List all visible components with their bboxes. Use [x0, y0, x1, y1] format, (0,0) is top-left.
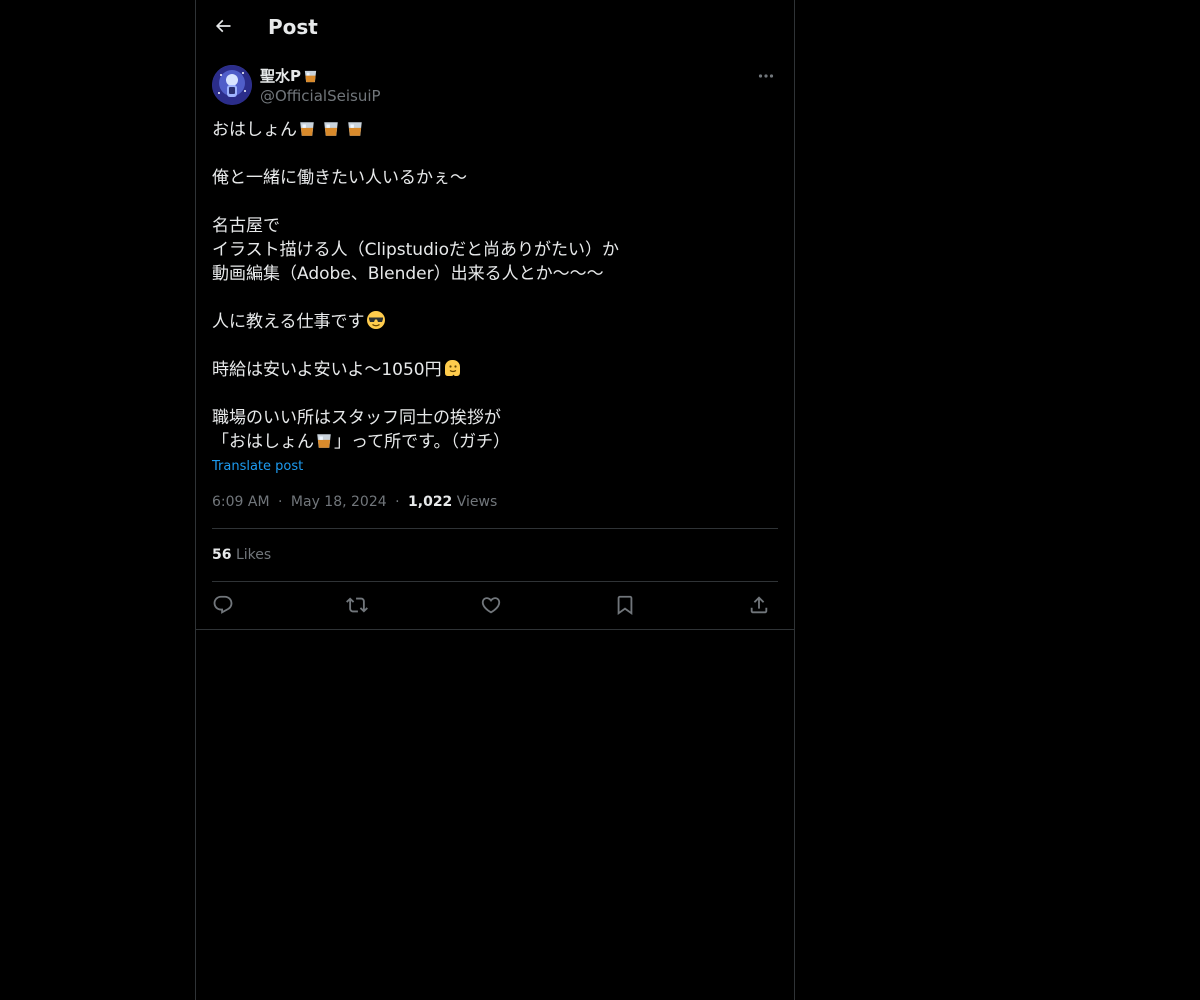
divider [212, 528, 778, 529]
likes-label: Likes [235, 547, 272, 563]
action-bar [212, 590, 778, 620]
like-button[interactable] [476, 590, 506, 620]
author-handle[interactable]: @OfficialSeisuiP [260, 86, 381, 106]
bookmark-icon [617, 595, 633, 616]
share-button[interactable] [744, 590, 774, 620]
sunglasses-face-icon [366, 311, 385, 329]
meta-separator: · [278, 494, 283, 510]
post-line [212, 142, 778, 166]
post-time[interactable]: 6:09 AM [212, 494, 270, 510]
avatar[interactable] [212, 65, 252, 105]
heart-icon [481, 597, 501, 614]
share-icon [750, 596, 768, 614]
post-line: 人に教える仕事です [212, 310, 778, 334]
post-line: おはしょん [212, 118, 778, 142]
bookmark-button[interactable] [610, 590, 640, 620]
main-column: Post 聖水P @OfficialSeisuiP おはしょん 俺と一緒に働きた… [195, 0, 795, 1000]
divider [212, 581, 778, 582]
tumbler-glass-icon [300, 122, 314, 136]
post-line: 俺と一緒に働きたい人いるかぇ〜 [212, 168, 467, 188]
post-line: 職場のいい所はスタッフ同士の挨拶が [212, 408, 501, 428]
tumbler-glass-icon [304, 70, 317, 82]
post-line: 時給は安いよ安いよ〜1050円 [212, 358, 778, 382]
page-title: Post [268, 15, 318, 39]
post-line: 動画編集（Adobe、Blender）出来る人とか〜〜〜 [212, 264, 604, 284]
tumbler-glass-icon [324, 122, 338, 136]
tumbler-glass-icon [317, 434, 331, 448]
tumbler-glass-icon [348, 122, 362, 136]
reply-icon [213, 595, 233, 614]
arrow-left-icon [215, 19, 231, 33]
post-line [212, 286, 778, 310]
author-display-name[interactable]: 聖水P [260, 66, 319, 86]
views-label: Views [456, 494, 498, 510]
melting-face-icon [444, 360, 460, 376]
more-options-button[interactable] [754, 66, 778, 86]
meta-separator: · [395, 494, 400, 510]
post-line: 「おはしょん 」って所です。（ガチ） [212, 432, 510, 452]
post-line [212, 190, 778, 214]
likes-count: 56 [212, 547, 232, 563]
post-line [212, 334, 778, 358]
views-count: 1,022 [408, 494, 453, 510]
more-horizontal-icon [758, 74, 774, 78]
translate-post-link[interactable]: Translate post [212, 458, 303, 476]
post-meta: 6:09 AM · May 18, 2024 · 1,022 Views [212, 492, 497, 512]
post-date[interactable]: May 18, 2024 [291, 494, 387, 510]
post-line [212, 382, 778, 406]
author-row: 聖水P @OfficialSeisuiP [212, 64, 778, 108]
repost-button[interactable] [342, 590, 372, 620]
post-line: 名古屋で [212, 216, 280, 236]
post-text: おはしょん 俺と一緒に働きたい人いるかぇ〜 名古屋で イラスト描ける人（Clip… [212, 118, 778, 454]
post-bottom-border [196, 629, 794, 630]
back-button[interactable] [208, 11, 238, 41]
likes-stat[interactable]: 56 Likes [212, 545, 271, 565]
reply-button[interactable] [208, 590, 238, 620]
author-name-text: 聖水P [260, 67, 301, 85]
post-header: Post [196, 0, 794, 54]
repost-icon [346, 597, 368, 613]
post-line: イラスト描ける人（Clipstudioだと尚ありがたい）か [212, 240, 619, 260]
